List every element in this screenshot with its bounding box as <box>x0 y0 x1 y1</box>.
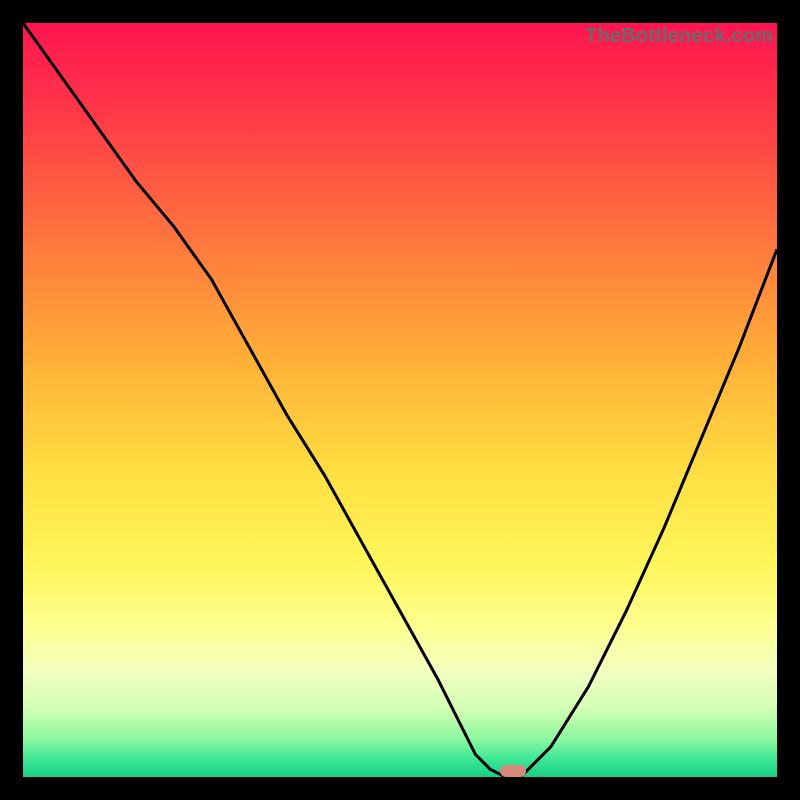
chart-plot-area: TheBottleneck.com <box>23 23 777 777</box>
chart-frame: TheBottleneck.com <box>0 0 800 800</box>
bottleneck-chart <box>23 23 777 777</box>
optimal-point-marker-icon <box>500 765 526 777</box>
gradient-background <box>23 23 777 777</box>
